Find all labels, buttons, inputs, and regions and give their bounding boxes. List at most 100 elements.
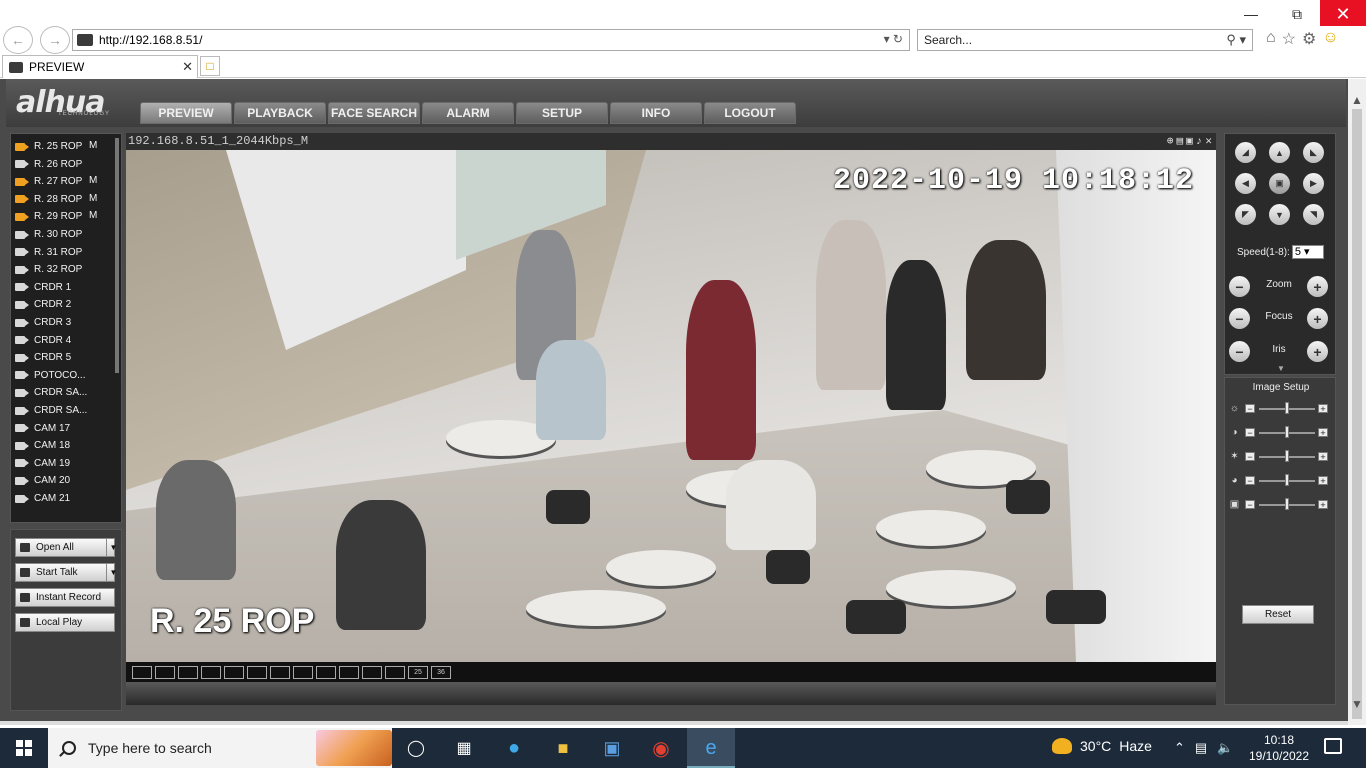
start-talk-dropdown-icon[interactable]: ▼ [106, 563, 120, 582]
new-tab-button[interactable]: □ [200, 56, 220, 76]
layout-split-button[interactable] [339, 665, 359, 679]
iris-plus-button[interactable]: + [1307, 341, 1328, 362]
tab-close-icon[interactable]: ✕ [182, 59, 193, 75]
layout-split-button[interactable] [316, 665, 336, 679]
restore-button[interactable]: ⧉ [1274, 0, 1320, 28]
channel-item[interactable]: CAM 17 [15, 420, 70, 437]
menu-setup[interactable]: SETUP [516, 102, 608, 124]
channel-item[interactable]: POTOCO... [15, 367, 86, 384]
layout-split-button[interactable] [178, 665, 198, 679]
layout-split-button[interactable] [132, 665, 152, 679]
channel-item[interactable]: CRDR 5 [15, 349, 71, 366]
channel-item[interactable]: R. 25 ROP M [15, 138, 97, 155]
slider-knob[interactable] [1285, 474, 1289, 486]
focus-minus-button[interactable]: − [1229, 308, 1250, 329]
channel-item[interactable]: CRDR 4 [15, 332, 71, 349]
ptz-up-right-icon[interactable]: ◣ [1303, 142, 1324, 163]
ptz-center-icon[interactable]: ▣ [1269, 173, 1290, 194]
channel-item[interactable]: CRDR SA... [15, 384, 87, 401]
open-all-dropdown-icon[interactable]: ▼ [106, 538, 120, 557]
audio-speaker-icon[interactable]: ♪ [1196, 134, 1203, 151]
live-video-feed[interactable]: 2022-10-19 10:18:12 R. 25 ROP [126, 150, 1216, 662]
cortana-icon[interactable]: ◯ [404, 736, 428, 760]
collapse-chevron-icon[interactable]: ▼ [1225, 364, 1337, 376]
snapshot-camera-icon[interactable]: ▣ [1186, 134, 1193, 151]
tab-preview[interactable]: PREVIEW ✕ [2, 55, 198, 78]
ie-taskbar-button[interactable]: e [687, 728, 735, 768]
layout-split-button[interactable] [385, 665, 405, 679]
channel-item[interactable]: R. 32 ROP [15, 261, 82, 278]
back-button[interactable]: ← [3, 26, 33, 54]
slider-minus-button[interactable]: − [1245, 404, 1255, 414]
refresh-icon[interactable]: ▾ ↻ [884, 32, 903, 46]
menu-playback[interactable]: PLAYBACK [234, 102, 326, 124]
ptz-left-icon[interactable]: ◀ [1235, 173, 1256, 194]
menu-info[interactable]: INFO [610, 102, 702, 124]
channel-item[interactable]: R. 30 ROP [15, 226, 82, 243]
iris-minus-button[interactable]: − [1229, 341, 1250, 362]
channel-item[interactable]: R. 27 ROP M [15, 173, 97, 190]
channel-item[interactable]: CAM 19 [15, 455, 70, 472]
slider-plus-button[interactable]: + [1318, 500, 1328, 510]
window-icon[interactable]: ▤ [1177, 134, 1184, 151]
taskbar-clock[interactable]: 10:18 19/10/2022 [1247, 732, 1311, 764]
zoom-out-button[interactable]: − [1229, 276, 1250, 297]
start-button[interactable] [0, 728, 48, 768]
layout-split-button[interactable] [293, 665, 313, 679]
channel-item[interactable]: R. 29 ROP M [15, 208, 97, 225]
channel-item[interactable]: CAM 18 [15, 437, 70, 454]
layout-split-button[interactable] [362, 665, 382, 679]
edge-icon[interactable]: ● [502, 736, 526, 760]
search-input[interactable] [924, 33, 1204, 47]
slider-knob[interactable] [1285, 402, 1289, 414]
channel-item[interactable]: CRDR 1 [15, 279, 71, 296]
address-bar[interactable]: http://192.168.8.51/ ▾ ↻ [72, 29, 910, 51]
ptz-down-icon[interactable]: ▼ [1269, 204, 1290, 225]
layout-split-button[interactable] [270, 665, 290, 679]
scroll-up-icon[interactable]: ▲ [1351, 93, 1363, 107]
network-icon[interactable]: ▤ [1195, 740, 1207, 756]
favorites-star-icon[interactable]: ☆ [1282, 29, 1296, 49]
scroll-down-icon[interactable]: ▼ [1351, 697, 1363, 711]
channel-item[interactable]: CAM 21 [15, 490, 70, 507]
slider-minus-button[interactable]: − [1245, 476, 1255, 486]
layout-split-button[interactable] [247, 665, 267, 679]
channel-item[interactable]: CRDR SA... [15, 402, 87, 419]
menu-logout[interactable]: LOGOUT [704, 102, 796, 124]
ptz-down-left-icon[interactable]: ◤ [1235, 204, 1256, 225]
channel-item[interactable]: CRDR 2 [15, 296, 71, 313]
volume-icon[interactable]: 🔈 [1217, 740, 1233, 756]
channel-item[interactable]: R. 28 ROP M [15, 191, 97, 208]
ptz-down-right-icon[interactable]: ◥ [1303, 204, 1324, 225]
scrollbar-thumb[interactable] [1352, 109, 1362, 719]
file-explorer-icon[interactable]: ■ [551, 736, 575, 760]
task-view-icon[interactable]: ▦ [452, 736, 476, 760]
chrome-icon[interactable]: ◉ [649, 736, 673, 760]
open-all-button[interactable]: Open All ▼ [15, 538, 117, 557]
channel-list-scrollbar[interactable] [115, 138, 119, 373]
settings-gear-icon[interactable]: ⚙ [1302, 29, 1316, 49]
store-icon[interactable]: ▣ [600, 736, 624, 760]
layout-split-button[interactable] [155, 665, 175, 679]
weather-widget[interactable]: 30°C Haze [1052, 738, 1152, 754]
channel-item[interactable]: CRDR 3 [15, 314, 71, 331]
home-icon[interactable]: ⌂ [1266, 29, 1276, 49]
minimize-button[interactable]: — [1228, 0, 1274, 28]
reset-button[interactable]: Reset [1242, 605, 1314, 624]
taskbar-search[interactable]: Type here to search [48, 728, 392, 768]
zoom-in-icon[interactable]: ⊕ [1167, 134, 1174, 151]
zoom-in-button[interactable]: + [1307, 276, 1328, 297]
slider-minus-button[interactable]: − [1245, 500, 1255, 510]
ptz-right-icon[interactable]: ▶ [1303, 173, 1324, 194]
slider-plus-button[interactable]: + [1318, 452, 1328, 462]
local-play-button[interactable]: Local Play [15, 613, 115, 632]
browser-search-box[interactable]: ⚲ ▾ [917, 29, 1253, 51]
instant-record-button[interactable]: Instant Record [15, 588, 115, 607]
slider-minus-button[interactable]: − [1245, 428, 1255, 438]
slider-plus-button[interactable]: + [1318, 476, 1328, 486]
layout-split-button[interactable] [224, 665, 244, 679]
start-talk-button[interactable]: Start Talk ▼ [15, 563, 117, 582]
menu-face-search[interactable]: FACE SEARCH [328, 102, 420, 124]
focus-plus-button[interactable]: + [1307, 308, 1328, 329]
forward-button[interactable]: → [40, 26, 70, 54]
